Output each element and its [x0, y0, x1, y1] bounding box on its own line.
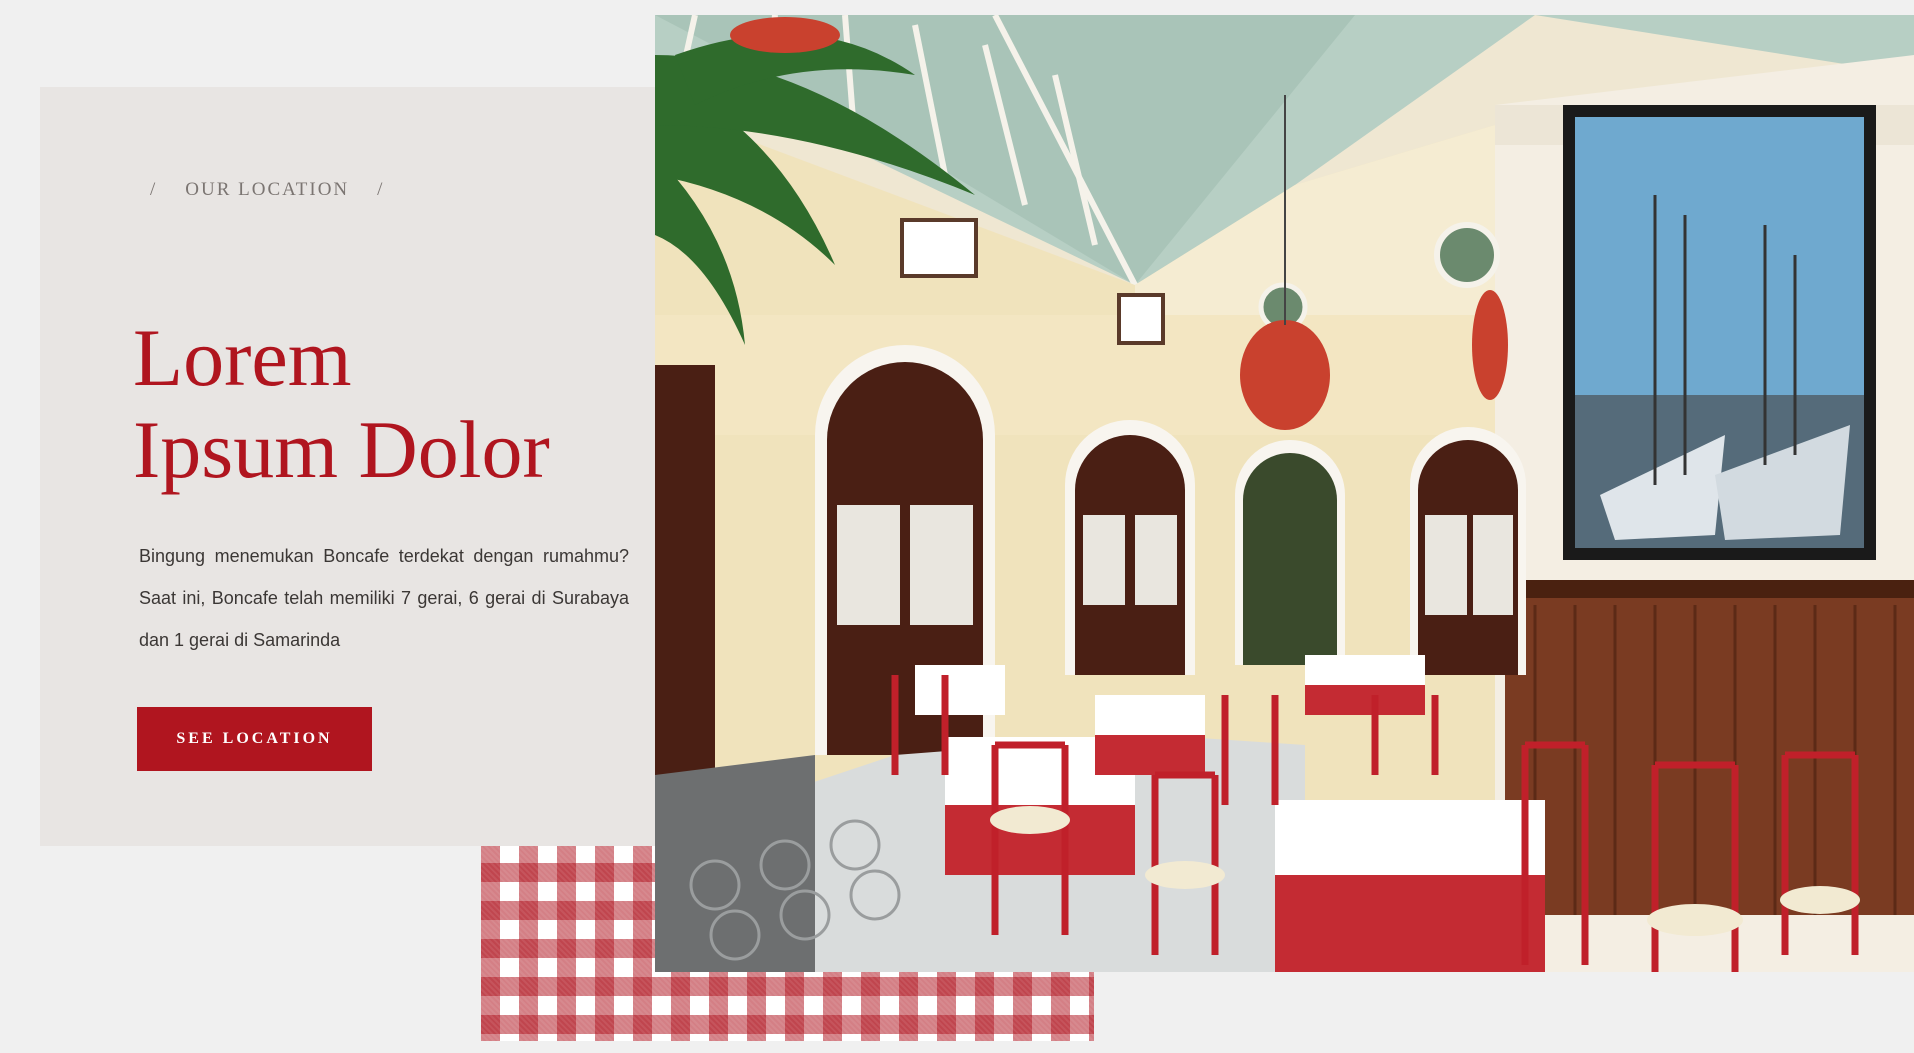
title-line-1: Lorem	[133, 312, 352, 403]
eyebrow-slash-right: /	[377, 179, 385, 200]
see-location-button[interactable]: SEE LOCATION	[137, 707, 372, 771]
eyebrow-label: OUR LOCATION	[185, 179, 350, 200]
eyebrow-slash-left: /	[150, 179, 158, 200]
section-title: Lorem Ipsum Dolor	[133, 312, 633, 496]
location-card: / OUR LOCATION / Lorem Ipsum Dolor Bingu…	[40, 87, 655, 846]
title-line-2: Ipsum Dolor	[133, 404, 550, 495]
section-eyebrow: / OUR LOCATION /	[150, 179, 384, 201]
restaurant-interior-photo	[655, 15, 1914, 972]
section-description: Bingung menemukan Boncafe terdekat denga…	[139, 546, 629, 650]
